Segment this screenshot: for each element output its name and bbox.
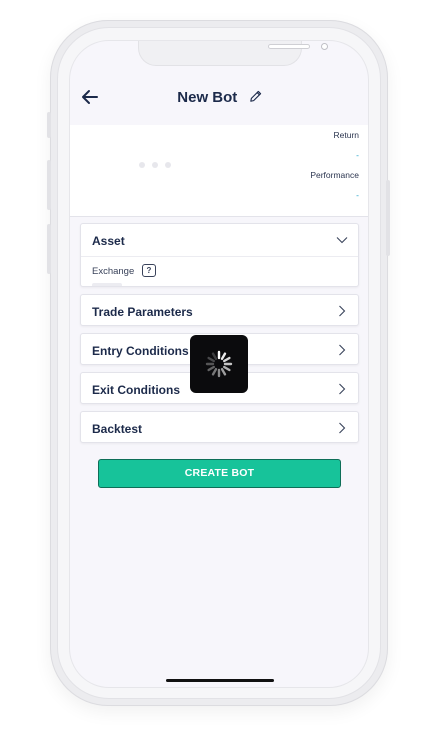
trade-parameters-section[interactable]: Trade Parameters xyxy=(80,294,359,326)
trade-parameters-title: Trade Parameters xyxy=(92,305,193,319)
page-title: New Bot xyxy=(177,89,238,106)
pencil-icon[interactable] xyxy=(248,89,263,104)
side-button-right xyxy=(386,180,390,256)
side-button-left-2 xyxy=(47,160,51,210)
loading-spinner xyxy=(190,335,248,393)
notch xyxy=(138,41,328,66)
chevron-right-icon[interactable] xyxy=(336,422,348,434)
side-button-left-1 xyxy=(47,112,51,138)
chevron-down-icon[interactable] xyxy=(336,234,348,246)
backtest-section[interactable]: Backtest xyxy=(80,411,359,443)
loading-dot xyxy=(165,162,171,168)
create-bot-button[interactable]: CREATE BOT xyxy=(98,459,341,488)
loading-dot xyxy=(139,162,145,168)
asset-title: Asset xyxy=(92,234,125,248)
loading-dots xyxy=(139,162,171,168)
exit-conditions-title: Exit Conditions xyxy=(92,383,180,397)
return-label: Return xyxy=(333,130,359,140)
exchange-label: Exchange xyxy=(92,266,135,277)
loading-dot xyxy=(152,162,158,168)
backtest-title: Backtest xyxy=(92,422,143,436)
spinner-icon xyxy=(205,350,233,378)
help-icon[interactable]: ? xyxy=(142,264,156,277)
title-row: New Bot xyxy=(70,89,368,107)
asset-section[interactable]: Asset Exchange ? xyxy=(80,223,359,287)
side-button-left-3 xyxy=(47,224,51,274)
performance-value: - xyxy=(356,190,359,200)
chevron-right-icon[interactable] xyxy=(336,383,348,395)
stats-panel: Return - Performance - xyxy=(70,125,368,217)
chevron-right-icon[interactable] xyxy=(336,344,348,356)
camera xyxy=(321,43,328,50)
entry-conditions-title: Entry Conditions xyxy=(92,344,189,358)
header: New Bot xyxy=(70,81,368,115)
app-screen: New Bot Return - Performance - Asset Exc… xyxy=(69,40,369,688)
return-value: - xyxy=(356,150,359,160)
performance-label: Performance xyxy=(310,170,359,180)
chevron-right-icon[interactable] xyxy=(336,305,348,317)
speaker xyxy=(268,44,310,49)
home-indicator[interactable] xyxy=(166,679,274,682)
divider xyxy=(81,256,358,257)
faded-field xyxy=(92,283,122,286)
